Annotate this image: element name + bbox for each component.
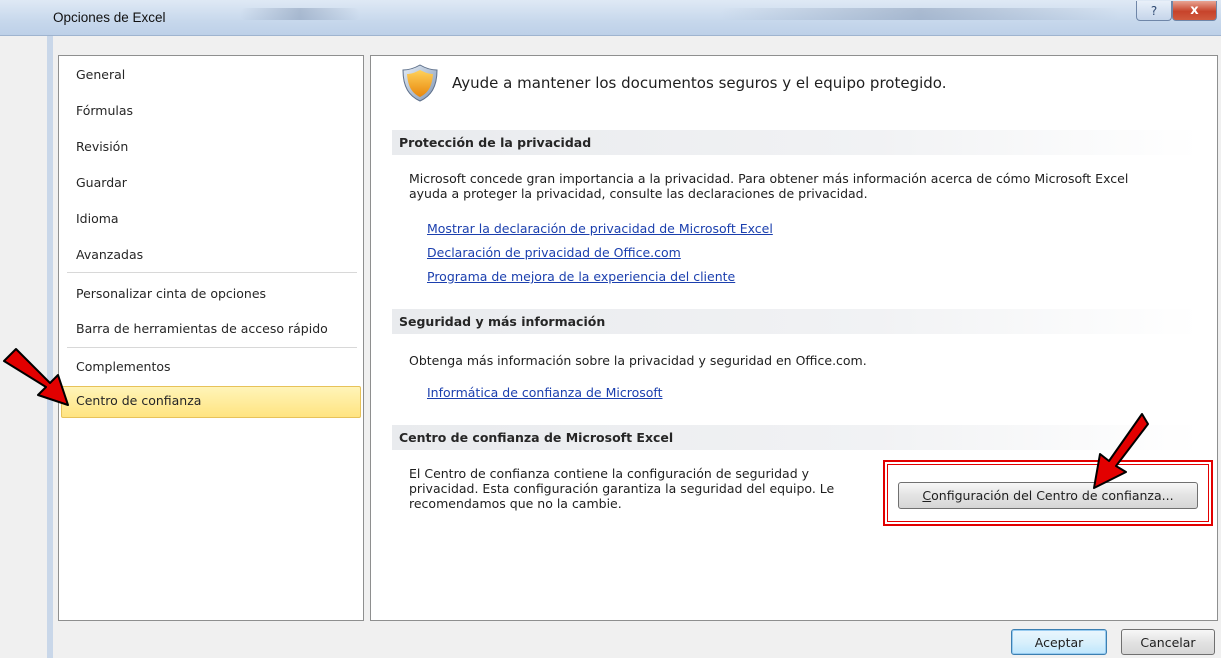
blurred-title-area — [720, 8, 1120, 20]
nav-item-label: Fórmulas — [76, 103, 134, 118]
nav-item-centro-de-confianza[interactable]: Centro de confianza — [61, 386, 361, 418]
excel-options-dialog: Opciones de Excel ? x General Fórmulas R… — [0, 0, 1221, 658]
annotation-arrow-icon — [1093, 413, 1149, 489]
section-header-seguridad: Seguridad y más información — [392, 309, 1200, 334]
close-icon: x — [1190, 3, 1199, 18]
link-customer-experience-program[interactable]: Programa de mejora de la experiencia del… — [427, 269, 735, 284]
nav-item-idioma[interactable]: Idioma — [61, 204, 361, 234]
link-privacy-statement-excel[interactable]: Mostrar la declaración de privacidad de … — [427, 221, 773, 236]
shield-icon — [402, 64, 438, 102]
trust-center-text-line: recomendamos que no la cambie. — [409, 496, 622, 511]
help-button[interactable]: ? — [1136, 1, 1172, 21]
button-mnemonic: C — [922, 488, 932, 503]
nav-item-barra-acceso-rapido[interactable]: Barra de herramientas de acceso rápido — [61, 314, 361, 344]
window-title: Opciones de Excel — [53, 10, 166, 25]
nav-item-label: General — [76, 67, 126, 82]
privacy-text-line: Microsoft concede gran importancia a la … — [409, 171, 1129, 186]
nav-item-label: Complementos — [76, 359, 171, 374]
options-nav: General Fórmulas Revisión Guardar Idioma… — [58, 55, 364, 621]
section-header-privacidad: Protección de la privacidad — [392, 130, 1200, 155]
nav-item-label: Barra de herramientas de acceso rápido — [76, 321, 328, 336]
nav-item-label: Personalizar cinta de opciones — [76, 286, 267, 301]
nav-separator — [67, 272, 357, 273]
ok-button[interactable]: Aceptar — [1011, 629, 1107, 655]
section-header-centro-confianza: Centro de confianza de Microsoft Excel — [392, 425, 1200, 450]
link-privacy-statement-office-com[interactable]: Declaración de privacidad de Office.com — [427, 245, 681, 260]
trust-center-settings-button[interactable]: Configuración del Centro de confianza... — [898, 482, 1198, 509]
page-headline: Ayude a mantener los documentos seguros … — [452, 74, 947, 92]
nav-item-avanzadas[interactable]: Avanzadas — [61, 240, 361, 270]
close-button[interactable]: x — [1172, 1, 1217, 21]
trust-center-description: El Centro de confianza contiene la confi… — [409, 466, 834, 511]
privacy-text-line: ayuda a proteger la privacidad, consulte… — [409, 186, 868, 201]
nav-separator — [67, 347, 357, 348]
cancel-button[interactable]: Cancelar — [1121, 629, 1215, 655]
help-icon: ? — [1150, 3, 1158, 18]
annotation-arrow-icon — [3, 348, 69, 406]
nav-item-complementos[interactable]: Complementos — [61, 352, 361, 382]
nav-item-label: Revisión — [76, 139, 129, 154]
nav-item-label: Avanzadas — [76, 247, 144, 262]
nav-item-label: Centro de confianza — [76, 393, 202, 408]
trust-center-text-line: El Centro de confianza contiene la confi… — [409, 466, 809, 481]
nav-item-personalizar-cinta[interactable]: Personalizar cinta de opciones — [61, 279, 361, 309]
privacy-description: Microsoft concede gran importancia a la … — [409, 171, 1128, 201]
trust-center-text-line: privacidad. Esta configuración garantiza… — [409, 481, 835, 496]
cancel-button-label: Cancelar — [1140, 634, 1196, 650]
nav-item-revision[interactable]: Revisión — [61, 132, 361, 162]
ok-button-label: Aceptar — [1034, 634, 1084, 650]
nav-item-general[interactable]: General — [61, 60, 361, 90]
blurred-title-area — [240, 8, 360, 20]
nav-item-label: Guardar — [76, 175, 127, 190]
nav-item-guardar[interactable]: Guardar — [61, 168, 361, 198]
nav-item-formulas[interactable]: Fórmulas — [61, 96, 361, 126]
nav-item-label: Idioma — [76, 211, 119, 226]
security-description: Obtenga más información sobre la privaci… — [409, 353, 867, 368]
link-trustworthy-computing[interactable]: Informática de confianza de Microsoft — [427, 385, 662, 400]
title-bar: Opciones de Excel ? x — [0, 0, 1221, 36]
